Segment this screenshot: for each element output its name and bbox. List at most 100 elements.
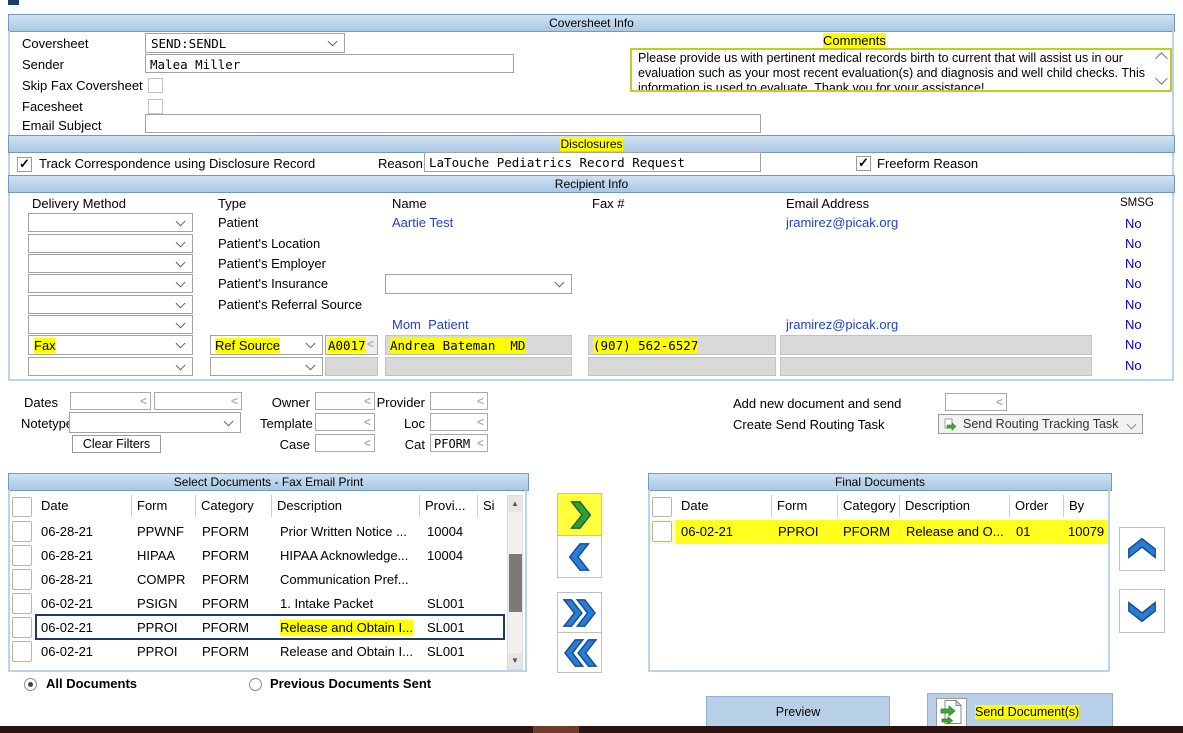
date-from-lookup-icon[interactable]: <	[140, 394, 147, 408]
select-row-4-form[interactable]: PSIGN	[137, 596, 177, 611]
select-row-4-description[interactable]: 1. Intake Packet	[280, 596, 418, 611]
template-lookup-icon[interactable]: <	[364, 415, 371, 429]
delivery-dropdown-5[interactable]	[28, 295, 193, 314]
coversheet-dropdown[interactable]: SEND:SENDL	[145, 33, 345, 53]
date-to-lookup-icon[interactable]: <	[231, 394, 238, 408]
select-row-6-category[interactable]: PFORM	[202, 644, 249, 659]
sender-input[interactable]: Malea Miller	[145, 54, 514, 73]
comments-textarea[interactable]: Please provide us with pertinent medical…	[630, 48, 1172, 92]
final-col-category[interactable]: Category	[838, 495, 900, 517]
add-new-document-field[interactable]: <	[945, 393, 1007, 411]
final-col-order[interactable]: Order	[1010, 495, 1064, 517]
send-documents-icon-box[interactable]	[936, 698, 967, 728]
template-field[interactable]: <	[315, 413, 375, 431]
select-row-6-provider[interactable]: SL001	[427, 644, 465, 659]
delivery-dropdown-3[interactable]	[28, 254, 193, 273]
final-row-1-by[interactable]: 10079	[1068, 524, 1104, 539]
select-row-6-form[interactable]: PPROI	[137, 644, 177, 659]
patient-name-link[interactable]: Aartie Test	[392, 215, 453, 230]
cat-lookup-icon[interactable]: <	[477, 436, 484, 450]
select-row-1-form[interactable]: PPWNF	[137, 524, 184, 539]
select-row-2-date[interactable]: 06-28-21	[41, 548, 93, 563]
scrollbar-down-icon[interactable]: ▼	[508, 653, 522, 669]
skip-fax-coversheet-checkbox[interactable]	[148, 78, 163, 93]
final-col-by[interactable]: By	[1064, 495, 1108, 517]
cat-field[interactable]: PFORM <	[430, 434, 488, 452]
move-all-left-button[interactable]	[557, 632, 602, 673]
delivery-dropdown-6[interactable]	[28, 315, 193, 334]
previous-documents-label[interactable]: Previous Documents Sent	[270, 676, 431, 691]
select-row-3-description[interactable]: Communication Pref...	[280, 572, 418, 587]
email-subject-input[interactable]	[145, 114, 761, 133]
select-row-4-provider[interactable]: SL001	[427, 596, 465, 611]
move-down-button[interactable]	[1119, 589, 1165, 633]
delivery-dropdown-8[interactable]	[28, 357, 193, 376]
track-correspondence-checkbox[interactable]	[17, 157, 32, 172]
select-row-2-checkbox[interactable]	[12, 545, 32, 566]
date-to-field[interactable]: <	[154, 392, 242, 410]
all-documents-label[interactable]: All Documents	[46, 676, 137, 691]
select-row-3-category[interactable]: PFORM	[202, 572, 249, 587]
previous-documents-radio[interactable]	[249, 678, 262, 691]
case-field[interactable]: <	[315, 434, 375, 452]
ref-source-lookup-icon[interactable]: <	[367, 337, 374, 351]
select-row-6-date[interactable]: 06-02-21	[41, 644, 93, 659]
move-right-button[interactable]	[557, 493, 602, 536]
date-from-field[interactable]: <	[70, 392, 151, 410]
select-col-form[interactable]: Form	[132, 495, 196, 517]
select-col-description[interactable]: Description	[272, 495, 420, 517]
mom-patient-link[interactable]: Mom Patient	[392, 317, 469, 332]
patient-email-link[interactable]: jramirez@picak.org	[786, 215, 898, 230]
final-row-1-date[interactable]: 06-02-21	[681, 524, 733, 539]
select-row-1-category[interactable]: PFORM	[202, 524, 249, 539]
select-row-5-provider[interactable]: SL001	[427, 620, 465, 635]
move-all-right-button[interactable]	[557, 592, 602, 633]
select-row-5-category[interactable]: PFORM	[202, 620, 249, 635]
scrollbar-up-icon[interactable]: ▲	[508, 496, 522, 512]
select-col-signed[interactable]: Si	[478, 495, 505, 517]
freeform-reason-checkbox[interactable]	[856, 156, 871, 171]
select-col-category[interactable]: Category	[196, 495, 272, 517]
provider-field[interactable]: <	[430, 392, 488, 410]
select-row-2-description[interactable]: HIPAA Acknowledge...	[280, 548, 418, 563]
select-row-4-checkbox[interactable]	[12, 593, 32, 614]
move-left-button[interactable]	[557, 535, 602, 578]
owner-lookup-icon[interactable]: <	[364, 394, 371, 408]
select-col-provider[interactable]: Provi...	[420, 495, 478, 517]
final-col-description[interactable]: Description	[900, 495, 1010, 517]
select-row-3-form[interactable]: COMPR	[137, 572, 185, 587]
select-row-1-date[interactable]: 06-28-21	[41, 524, 93, 539]
select-row-2-provider[interactable]: 10004	[427, 548, 463, 563]
final-col-date[interactable]: Date	[676, 495, 772, 517]
select-documents-scrollbar[interactable]: ▲ ▼	[507, 495, 523, 670]
delivery-dropdown-fax[interactable]: Fax	[28, 335, 193, 355]
select-row-4-category[interactable]: PFORM	[202, 596, 249, 611]
select-row-5-checkbox[interactable]	[12, 617, 32, 638]
reason-input[interactable]: LaTouche Pediatrics Record Request	[424, 152, 761, 172]
final-row-1-checkbox[interactable]	[652, 521, 672, 542]
provider-lookup-icon[interactable]: <	[477, 394, 484, 408]
select-row-2-form[interactable]: HIPAA	[137, 548, 175, 563]
final-row-1-form[interactable]: PPROI	[778, 524, 818, 539]
final-row-1-order[interactable]: 01	[1016, 524, 1030, 539]
select-col-date[interactable]: Date	[36, 495, 132, 517]
scrollbar-thumb[interactable]	[509, 554, 522, 612]
owner-field[interactable]: <	[315, 392, 375, 410]
delivery-dropdown-1[interactable]	[28, 213, 193, 232]
ref-source-code-field[interactable]: A0017 <	[325, 335, 378, 355]
loc-field[interactable]: <	[430, 413, 488, 431]
select-row-1-checkbox[interactable]	[12, 521, 32, 542]
all-documents-radio[interactable]	[24, 678, 37, 691]
select-row-5-description[interactable]: Release and Obtain I...	[280, 620, 413, 635]
select-row-6-checkbox[interactable]	[12, 641, 32, 662]
select-row-3-date[interactable]: 06-28-21	[41, 572, 93, 587]
final-row-1-category[interactable]: PFORM	[843, 524, 890, 539]
select-row-6-description[interactable]: Release and Obtain I...	[280, 644, 418, 659]
select-row-5-form[interactable]: PPROI	[137, 620, 177, 635]
select-header-checkbox[interactable]	[12, 497, 32, 517]
final-header-checkbox[interactable]	[652, 497, 672, 517]
add-new-lookup-icon[interactable]: <	[996, 395, 1003, 409]
final-col-form[interactable]: Form	[772, 495, 838, 517]
loc-lookup-icon[interactable]: <	[477, 415, 484, 429]
notetype-dropdown[interactable]	[69, 412, 241, 433]
